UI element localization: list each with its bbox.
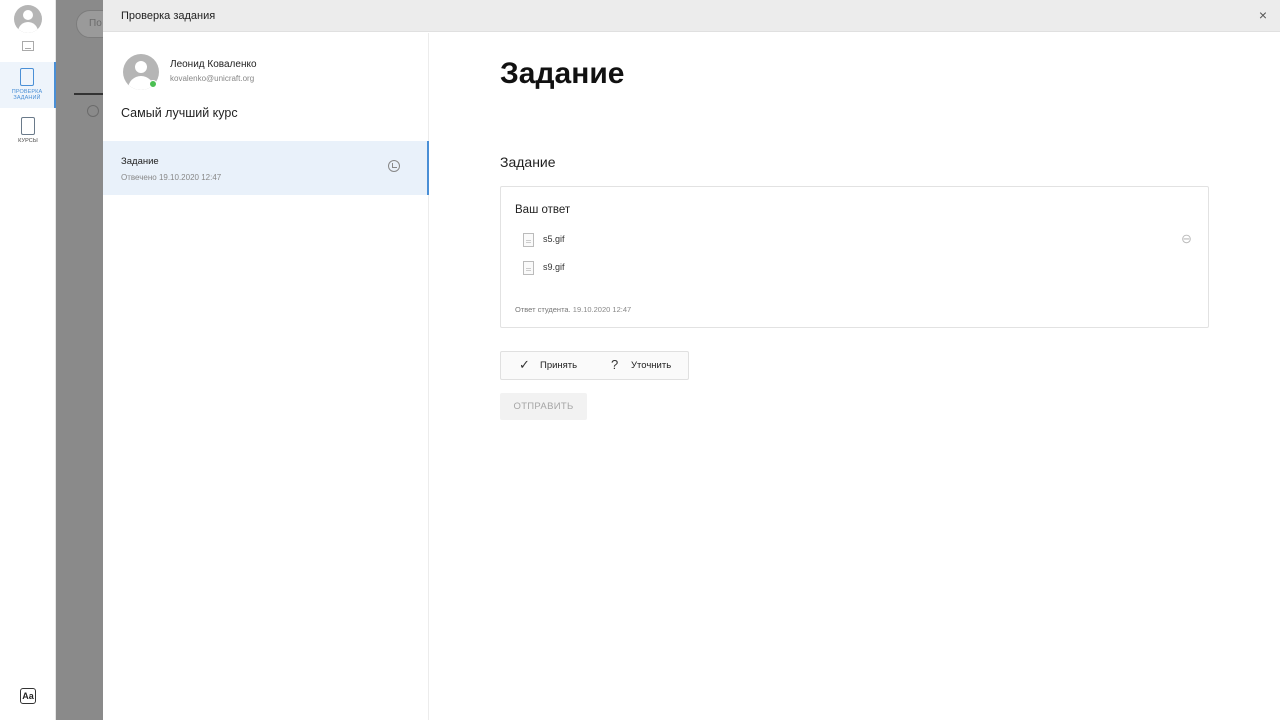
modal-header: Проверка задания × xyxy=(103,0,1280,32)
background-search-text: По xyxy=(89,18,102,29)
accept-label: Принять xyxy=(540,360,578,371)
pending-review-icon xyxy=(388,160,400,172)
file-name: s5.gif xyxy=(543,234,565,244)
accept-button[interactable]: ✓ Принять xyxy=(501,352,593,379)
file-icon xyxy=(523,233,534,247)
check-icon: ✓ xyxy=(519,357,530,372)
task-list-item[interactable]: Задание Отвечено 19.10.2020 12:47 xyxy=(103,141,429,195)
student-panel: Леонид Коваленко kovalenko@unicraft.org … xyxy=(103,33,429,720)
answer-meta-date: 19.10.2020 12:47 xyxy=(572,305,632,314)
font-settings-icon[interactable]: Aa xyxy=(20,688,36,704)
sidebar-item-assignment-review[interactable]: ПРОВЕРКА ЗАДАНИЙ xyxy=(0,62,56,108)
clarify-label: Уточнить xyxy=(631,360,672,371)
clarify-button[interactable]: ? Уточнить xyxy=(593,352,689,379)
student-email: kovalenko@unicraft.org xyxy=(170,74,255,83)
presentation-icon[interactable] xyxy=(22,41,34,51)
course-title: Самый лучший курс xyxy=(121,106,238,120)
user-avatar[interactable] xyxy=(14,5,42,33)
background-tab-underline xyxy=(74,93,104,95)
question-icon: ? xyxy=(611,357,619,372)
send-button[interactable]: ОТПРАВИТЬ xyxy=(500,393,587,420)
answer-meta-label: Ответ студента. xyxy=(515,305,571,314)
paperclip-icon[interactable]: ⊘ xyxy=(1177,229,1196,248)
review-modal: Проверка задания × Леонид Коваленко kova… xyxy=(103,0,1280,720)
task-item-answered-date: Отвечено 19.10.2020 12:47 xyxy=(121,173,222,182)
close-icon[interactable]: × xyxy=(1254,6,1272,24)
modal-title: Проверка задания xyxy=(121,10,216,22)
page-title: Задание xyxy=(500,57,625,90)
dimmed-background: По xyxy=(56,0,116,720)
task-item-title: Задание xyxy=(121,156,159,167)
answer-card: Ваш ответ s5.gif s9.gif ⊘ Ответ студента… xyxy=(500,186,1209,328)
background-status-icon xyxy=(87,105,99,117)
student-name: Леонид Коваленко xyxy=(170,59,257,70)
section-title: Задание xyxy=(500,154,556,170)
sidebar-item-courses[interactable]: КУРСЫ xyxy=(0,112,56,148)
answer-meta: Ответ студента. 19.10.2020 12:47 xyxy=(515,305,631,314)
answer-label: Ваш ответ xyxy=(515,204,571,216)
assignment-check-icon xyxy=(20,68,34,86)
decision-toggle-group: ✓ Принять ? Уточнить xyxy=(500,351,689,380)
online-status-icon xyxy=(149,80,157,88)
file-icon xyxy=(523,261,534,275)
app-sidebar: ПРОВЕРКА ЗАДАНИЙ КУРСЫ Aa xyxy=(0,0,56,720)
book-icon xyxy=(21,117,35,135)
sidebar-item-label: ПРОВЕРКА ЗАДАНИЙ xyxy=(11,89,43,101)
file-name: s9.gif xyxy=(543,262,565,272)
sidebar-item-label: КУРСЫ xyxy=(18,138,38,144)
